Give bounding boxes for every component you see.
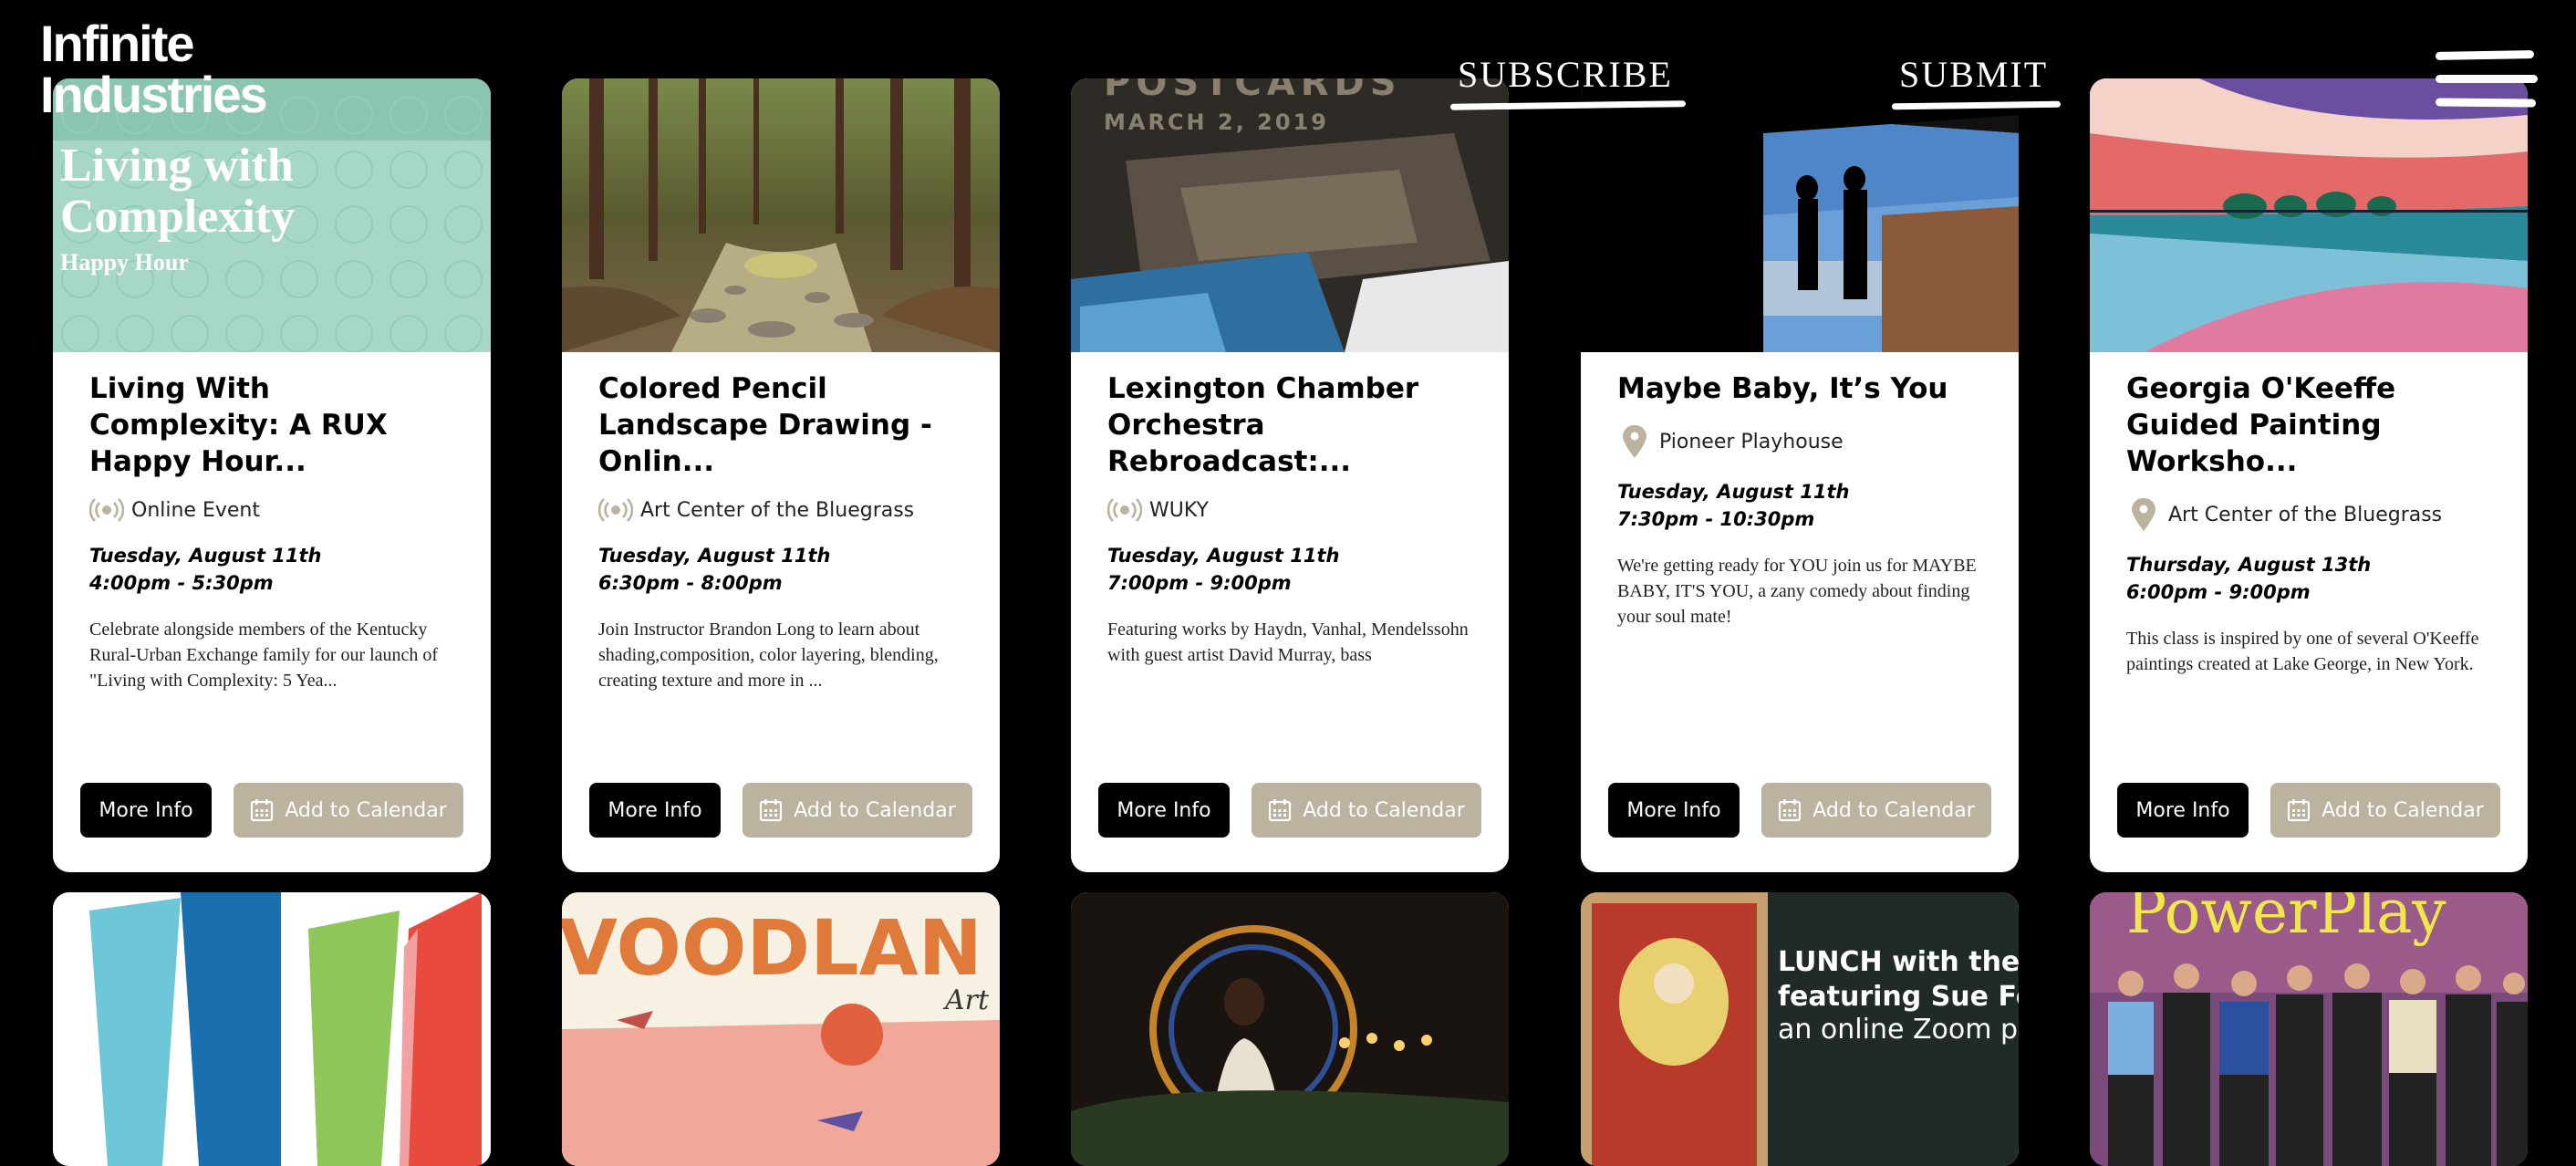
venue-name: WUKY — [1149, 498, 1209, 522]
more-info-button[interactable]: More Info — [1098, 783, 1230, 838]
calendar-icon — [1779, 799, 1802, 822]
event-image[interactable] — [1071, 892, 1509, 1166]
event-card[interactable]: LUNCH with the A featuring Sue Fergu an … — [1581, 892, 2019, 1166]
venue-name: Art Center of the Bluegrass — [640, 498, 915, 522]
venue: Pioneer Playhouse — [1617, 423, 1988, 460]
broadcast-icon — [598, 498, 633, 522]
add-to-calendar-button[interactable]: Add to Calendar — [2270, 783, 2500, 838]
subscribe-label: SUBSCRIBE — [1458, 54, 1673, 95]
image-text-script: Art — [942, 984, 990, 1016]
image-text-main: VOODLAN — [562, 903, 982, 993]
event-card[interactable]: Maybe Baby, It’s You Pioneer Playhouse T… — [1581, 78, 2019, 872]
event-title[interactable]: Lexington Chamber Orchestra Rebroadcast:… — [1107, 370, 1478, 480]
event-description: Join Instructor Brandon Long to learn ab… — [598, 619, 939, 691]
more-info-button[interactable]: More Info — [80, 783, 212, 838]
image-text-3: an online Zoom prog — [1778, 1014, 2019, 1046]
image-text-3: Happy Hour — [60, 249, 189, 276]
event-date: Tuesday, August 11th — [89, 545, 322, 567]
event-card[interactable] — [1071, 892, 1509, 1166]
broadcast-icon — [1107, 498, 1142, 522]
event-date: Tuesday, August 11th — [598, 545, 831, 567]
event-datetime: Tuesday, August 11th 7:30pm - 10:30pm — [1617, 478, 1988, 533]
submit-label: SUBMIT — [1899, 54, 2049, 95]
event-description: Celebrate alongside members of the Kentu… — [89, 619, 439, 691]
event-image[interactable] — [562, 78, 1000, 352]
event-datetime: Tuesday, August 11th 7:00pm - 9:00pm — [1107, 542, 1478, 597]
event-title[interactable]: Maybe Baby, It’s You — [1617, 370, 1988, 407]
event-image[interactable]: POSTCARDS MARCH 2, 2019 — [1071, 78, 1509, 352]
event-datetime: Tuesday, August 11th 4:00pm - 5:30pm — [89, 542, 460, 597]
menu-hamburger-icon[interactable] — [2435, 50, 2538, 109]
event-card[interactable] — [53, 892, 491, 1166]
logo-line-2: Industries — [40, 66, 268, 123]
submit-underline — [1891, 100, 2062, 110]
event-card[interactable]: Georgia O'Keeffe Guided Painting Worksho… — [2090, 78, 2528, 872]
event-card[interactable]: Living with Complexity Happy Hour Living… — [53, 78, 491, 872]
calendar-icon — [760, 799, 783, 822]
venue: Art Center of the Bluegrass — [2126, 496, 2497, 533]
more-info-button[interactable]: More Info — [2117, 783, 2249, 838]
event-time: 4:00pm - 5:30pm — [89, 572, 274, 594]
venue-name: Pioneer Playhouse — [1659, 430, 1844, 453]
image-text-1: POSTCARDS — [1104, 78, 1402, 104]
event-image[interactable]: LUNCH with the A featuring Sue Fergu an … — [1581, 892, 2019, 1166]
event-description: We're getting ready for YOU join us for … — [1617, 556, 1977, 627]
add-to-calendar-button[interactable]: Add to Calendar — [234, 783, 463, 838]
event-time: 6:30pm - 8:00pm — [598, 572, 783, 594]
more-info-button[interactable]: More Info — [1608, 783, 1740, 838]
calendar-icon — [1269, 799, 1292, 822]
event-description: Featuring works by Haydn, Vanhal, Mendel… — [1107, 619, 1469, 665]
broadcast-icon — [89, 498, 124, 522]
image-text-1: Living with — [60, 140, 294, 192]
image-text-2: featuring Sue Fergu — [1778, 981, 2019, 1013]
calendar-icon — [251, 799, 274, 822]
venue: Art Center of the Bluegrass — [598, 496, 969, 524]
event-date: Tuesday, August 11th — [1107, 545, 1340, 567]
event-card[interactable]: POSTCARDS MARCH 2, 2019 Lexington Chambe… — [1071, 78, 1509, 872]
event-image[interactable] — [1581, 78, 2019, 352]
image-text-2: Complexity — [60, 191, 295, 243]
add-to-calendar-button[interactable]: Add to Calendar — [1252, 783, 1481, 838]
add-to-calendar-label: Add to Calendar — [1813, 798, 1975, 822]
event-card[interactable]: PowerPlay — [2090, 892, 2528, 1166]
calendar-icon — [2288, 799, 2311, 822]
event-description: This class is inspired by one of several… — [2126, 629, 2479, 674]
event-datetime: Thursday, August 13th 6:00pm - 9:00pm — [2126, 551, 2497, 606]
event-image[interactable]: PowerPlay — [2090, 892, 2528, 1166]
more-info-button[interactable]: More Info — [589, 783, 721, 838]
subscribe-link[interactable]: SUBSCRIBE — [1449, 53, 1686, 110]
add-to-calendar-label: Add to Calendar — [285, 798, 447, 822]
event-card[interactable]: VOODLAN Art — [562, 892, 1000, 1166]
venue-name: Art Center of the Bluegrass — [2168, 503, 2443, 526]
add-to-calendar-label: Add to Calendar — [2322, 798, 2484, 822]
logo-line-1: Infinite — [40, 15, 195, 72]
image-text-1: LUNCH with the A — [1778, 946, 2019, 978]
event-date: Thursday, August 13th — [2126, 554, 2372, 576]
event-date: Tuesday, August 11th — [1617, 481, 1850, 503]
map-pin-icon — [1623, 425, 1646, 458]
add-to-calendar-button[interactable]: Add to Calendar — [1761, 783, 1991, 838]
event-time: 6:00pm - 9:00pm — [2126, 581, 2311, 603]
add-to-calendar-button[interactable]: Add to Calendar — [743, 783, 972, 838]
site-logo[interactable]: Infinite Industries — [40, 15, 268, 123]
venue: Online Event — [89, 496, 460, 524]
event-image[interactable] — [53, 892, 491, 1166]
add-to-calendar-label: Add to Calendar — [794, 798, 956, 822]
event-title[interactable]: Colored Pencil Landscape Drawing - Onlin… — [598, 370, 969, 480]
venue: WUKY — [1107, 496, 1478, 524]
event-title[interactable]: Georgia O'Keeffe Guided Painting Worksho… — [2126, 370, 2497, 480]
event-card[interactable]: Colored Pencil Landscape Drawing - Onlin… — [562, 78, 1000, 872]
map-pin-icon — [2132, 498, 2155, 531]
event-time: 7:00pm - 9:00pm — [1107, 572, 1292, 594]
event-time: 7:30pm - 10:30pm — [1617, 508, 1815, 530]
event-datetime: Tuesday, August 11th 6:30pm - 8:00pm — [598, 542, 969, 597]
event-title[interactable]: Living With Complexity: A RUX Happy Hour… — [89, 370, 460, 480]
venue-name: Online Event — [131, 498, 260, 522]
image-text-2: MARCH 2, 2019 — [1104, 109, 1329, 135]
submit-link[interactable]: SUBMIT — [1891, 53, 2062, 110]
event-image[interactable] — [2090, 78, 2528, 352]
image-text-1: PowerPlay — [2126, 892, 2446, 947]
add-to-calendar-label: Add to Calendar — [1303, 798, 1465, 822]
event-image[interactable]: VOODLAN Art — [562, 892, 1000, 1166]
